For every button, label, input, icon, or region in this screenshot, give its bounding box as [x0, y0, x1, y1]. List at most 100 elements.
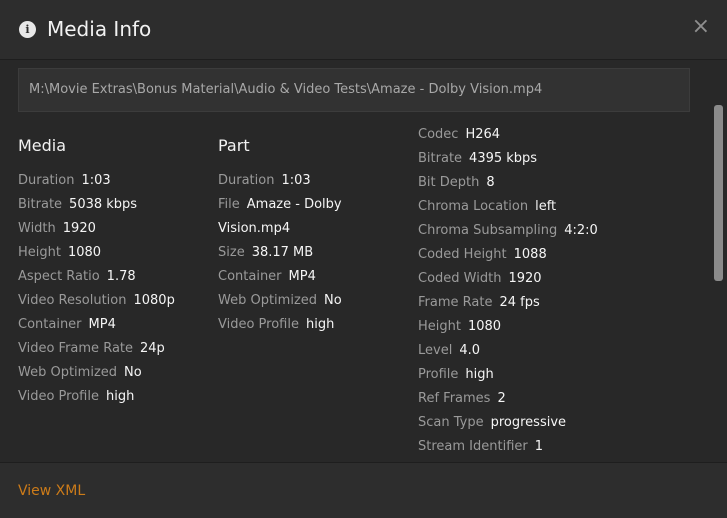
row-value: 5038 kbps — [69, 197, 138, 212]
media-row-video-resolution: Video Resolution 1080p — [18, 289, 208, 313]
stream-row-coded-height: Coded Height 1088 — [418, 243, 708, 267]
stream-row-profile: Profile high — [418, 363, 708, 387]
row-label: Frame Rate — [418, 295, 493, 310]
row-value: high — [305, 317, 335, 332]
scrollbar[interactable] — [713, 61, 725, 462]
row-label: Video Profile — [218, 317, 299, 332]
row-value: No — [324, 293, 342, 308]
media-row-height: Height 1080 — [18, 241, 208, 265]
row-value: 1080p — [133, 293, 175, 308]
part-row-container: Container MP4 — [218, 265, 408, 289]
row-label: Ref Frames — [418, 391, 491, 406]
part-section-title: Part — [218, 136, 250, 155]
row-label: Container — [18, 317, 82, 332]
row-label: Video Frame Rate — [18, 341, 134, 356]
row-value: 1:03 — [81, 173, 111, 188]
row-value: 1 — [534, 439, 544, 454]
row-value: 2 — [497, 391, 506, 406]
stream-row-scan-type: Scan Type progressive — [418, 411, 708, 435]
row-label: Coded Height — [418, 247, 507, 262]
row-value: MP4 — [88, 317, 116, 332]
stream-row-chroma-location: Chroma Location left — [418, 195, 708, 219]
media-column: Media Duration 1:03 Bitrate 5038 kbps Widt… — [18, 123, 208, 409]
row-value: 8 — [486, 175, 495, 190]
row-label: Size — [218, 245, 245, 260]
row-label: Chroma Subsampling — [418, 223, 558, 238]
row-label: Video Profile — [18, 389, 99, 404]
stream-column: Codec H264 Bitrate 4395 kbps Bit Depth 8 Ch… — [418, 123, 708, 459]
row-value: 38.17 MB — [251, 245, 314, 260]
row-value: MP4 — [288, 269, 316, 284]
media-row-container: Container MP4 — [18, 313, 208, 337]
row-label: File — [218, 197, 240, 212]
row-label: Container — [218, 269, 282, 284]
modal-header: i Media Info × — [0, 0, 727, 60]
media-section-title: Media — [18, 136, 67, 155]
row-value: H264 — [465, 127, 501, 142]
modal-footer: View XML — [0, 462, 727, 518]
row-value: left — [535, 199, 557, 214]
media-row-web-optimized: Web Optimized No — [18, 361, 208, 385]
stream-row-frame-rate: Frame Rate 24 fps — [418, 291, 708, 315]
row-label: Profile — [418, 367, 459, 382]
row-label: Stream Identifier — [418, 439, 528, 454]
row-label: Chroma Location — [418, 199, 529, 214]
row-value: progressive — [490, 415, 567, 430]
row-value: No — [124, 365, 142, 380]
row-value: 1920 — [508, 271, 542, 286]
row-label: Web Optimized — [18, 365, 118, 380]
media-row-video-frame-rate: Video Frame Rate 24p — [18, 337, 208, 361]
stream-row-ref-frames: Ref Frames 2 — [418, 387, 708, 411]
row-label: Scan Type — [418, 415, 484, 430]
row-label: Level — [418, 343, 453, 358]
row-value: 1920 — [62, 221, 96, 236]
row-value: 24p — [140, 341, 165, 356]
info-icon: i — [19, 21, 36, 38]
media-row-duration: Duration 1:03 — [18, 169, 208, 193]
row-label: Bitrate — [18, 197, 63, 212]
row-value: 1080 — [467, 319, 502, 334]
media-row-bitrate: Bitrate 5038 kbps — [18, 193, 208, 217]
part-row-web-optimized: Web Optimized No — [218, 289, 408, 313]
part-column: Part Duration 1:03 File Amaze - Dolby Visi… — [218, 123, 408, 337]
stream-row-height: Height 1080 — [418, 315, 708, 339]
view-xml-link[interactable]: View XML — [18, 481, 85, 501]
row-label: Bitrate — [418, 151, 463, 166]
part-row-video-profile: Video Profile high — [218, 313, 408, 337]
row-value: 1088 — [513, 247, 547, 262]
media-info-modal: i Media Info × M:\Movie Extras\Bonus Mat… — [0, 0, 727, 518]
row-label: Video Resolution — [18, 293, 127, 308]
row-value: high — [465, 367, 494, 382]
part-row-size: Size 38.17 MB — [218, 241, 408, 265]
part-row-duration: Duration 1:03 — [218, 169, 408, 193]
stream-row-bit-depth: Bit Depth 8 — [418, 171, 708, 195]
row-label: Coded Width — [418, 271, 502, 286]
row-value: 1:03 — [281, 173, 311, 188]
file-path-field[interactable]: M:\Movie Extras\Bonus Material\Audio & V… — [18, 68, 690, 112]
scrollbar-thumb[interactable] — [714, 105, 723, 281]
row-value: 1080 — [67, 245, 102, 260]
part-row-file: File Amaze - Dolby Vision.mp4 — [218, 193, 408, 241]
row-label: Bit Depth — [418, 175, 480, 190]
modal-title: Media Info — [47, 17, 152, 41]
row-value: 4:2:0 — [564, 223, 598, 238]
row-label: Codec — [418, 127, 459, 142]
row-label: Duration — [218, 173, 275, 188]
media-row-width: Width 1920 — [18, 217, 208, 241]
row-value: 4395 kbps — [469, 151, 538, 166]
row-label: Aspect Ratio — [18, 269, 100, 284]
row-label: Web Optimized — [218, 293, 318, 308]
stream-row-stream-identifier: Stream Identifier 1 — [418, 435, 708, 459]
stream-row-chroma-subsampling: Chroma Subsampling 4:2:0 — [418, 219, 708, 243]
media-row-video-profile: Video Profile high — [18, 385, 208, 409]
modal-body[interactable]: M:\Movie Extras\Bonus Material\Audio & V… — [0, 61, 727, 462]
row-label: Height — [418, 319, 461, 334]
row-value: 24 fps — [499, 295, 540, 310]
stream-row-level: Level 4.0 — [418, 339, 708, 363]
stream-row-codec: Codec H264 — [418, 123, 708, 147]
row-label: Width — [18, 221, 56, 236]
stream-row-coded-width: Coded Width 1920 — [418, 267, 708, 291]
close-button[interactable]: × — [692, 14, 710, 40]
row-label: Height — [18, 245, 61, 260]
row-value: 1.78 — [106, 269, 136, 284]
